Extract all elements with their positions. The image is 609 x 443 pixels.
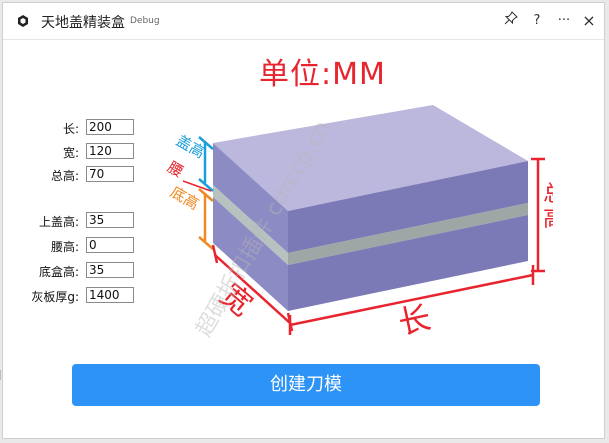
total-height-label: 总高: [50,169,79,183]
length-label: 长: [62,122,79,136]
unit-title: 单位:MM [259,57,386,92]
more-button[interactable]: ··· [554,11,574,31]
window-title: 天地盖精装盒 [41,15,125,31]
base-height-input[interactable] [86,262,134,278]
title-bar: 天地盖精装盒 Debug ? ··· × [3,3,604,40]
lid-height-text: 盖高 [173,131,208,162]
pin-button[interactable] [501,11,521,31]
create-die-button[interactable]: 创建刀模 [72,364,540,406]
width-label: 宽: [62,146,79,160]
waist-height-input[interactable] [86,237,134,253]
close-button[interactable]: × [579,11,599,31]
base-height-text: 底高 [167,183,202,214]
app-logo-icon [18,15,28,27]
length-text: 长 [395,298,434,342]
total-height-text: 总 高 [543,182,553,232]
waist-text: 腰 [164,158,186,181]
help-button[interactable]: ? [527,11,547,31]
board-thickness-label: 灰板厚g: [31,290,79,304]
waist-height-label: 腰高: [50,240,79,254]
pin-icon [504,11,518,25]
left-edge-mark [0,370,5,380]
lid-height-label: 上盖高: [38,215,79,229]
board-thickness-input[interactable] [86,287,134,303]
length-input[interactable] [86,119,134,135]
base-height-label: 底盒高: [38,265,79,279]
total-height-input[interactable] [86,166,134,182]
total-height-char-1: 总 [543,182,553,207]
width-input[interactable] [86,143,134,159]
app-window: 天地盖精装盒 Debug ? ··· × 长: 宽: 总高: 上盖高: 腰高: … [2,2,605,439]
lid-height-input[interactable] [86,212,134,228]
box-diagram: 盖高 腰 底高 总 高 宽 [164,105,553,342]
build-tag: Debug [130,16,160,26]
total-height-char-2: 高 [543,207,553,232]
